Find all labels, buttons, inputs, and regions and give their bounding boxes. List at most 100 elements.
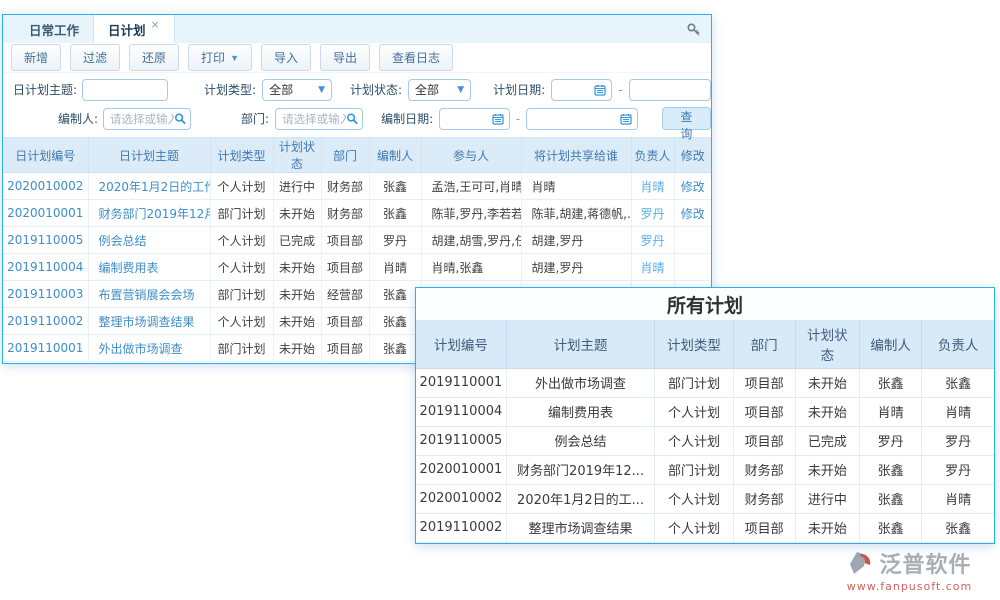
plan-date-to-input[interactable] xyxy=(629,79,711,101)
table-cell: 2019110002 xyxy=(416,513,506,542)
column-header: 修改 xyxy=(674,138,711,173)
tab-daily-plan-label: 日计划 xyxy=(108,20,146,39)
plan-date-from-input[interactable] xyxy=(551,79,612,101)
table-cell: 财务部 xyxy=(733,455,795,484)
status-select[interactable]: 全部 ▼ xyxy=(408,79,471,101)
table-cell: 陈菲,罗丹,李若若,罗... xyxy=(421,200,521,227)
search-button[interactable]: 查询 xyxy=(662,107,711,130)
table-cell: 胡建,罗丹 xyxy=(521,227,631,254)
table-cell: 未开始 xyxy=(795,513,859,542)
key-icon[interactable] xyxy=(686,22,701,37)
table-cell: 项目部 xyxy=(733,397,795,426)
view-log-button[interactable]: 查看日志 xyxy=(379,44,453,71)
table-cell: 2020010002 xyxy=(416,484,506,513)
column-header: 计划状态 xyxy=(795,320,859,368)
table-cell-link[interactable]: 肖晴 xyxy=(631,173,674,200)
table-cell: 项目部 xyxy=(321,308,369,335)
table-cell: 财务部门2019年12... xyxy=(506,455,655,484)
table-cell xyxy=(674,254,711,281)
table-cell: 未开始 xyxy=(273,254,321,281)
table-cell: 罗丹 xyxy=(369,227,421,254)
table-cell: 财务部 xyxy=(321,200,369,227)
column-header: 负责人 xyxy=(631,138,674,173)
column-header: 编制人 xyxy=(860,320,922,368)
filter-button[interactable]: 过滤 xyxy=(70,44,120,71)
type-select[interactable]: 全部 ▼ xyxy=(262,79,332,101)
table-cell-link[interactable]: 2020010002 xyxy=(3,173,88,200)
table-cell: 项目部 xyxy=(321,227,369,254)
table-cell: 肖晴,张鑫 xyxy=(421,254,521,281)
column-header: 计划状态 xyxy=(273,138,321,173)
tab-daily-work[interactable]: 日常工作 xyxy=(15,15,93,43)
table-cell-link[interactable]: 2019110002 xyxy=(3,308,88,335)
column-header: 日计划主题 xyxy=(88,138,210,173)
compile-date-from-input[interactable] xyxy=(439,108,510,130)
table-cell: 张鑫 xyxy=(860,368,922,397)
brand-url: www.fanpusoft.com xyxy=(827,580,992,593)
table-cell-link[interactable]: 外出做市场调查 xyxy=(88,335,210,362)
table-cell: 未开始 xyxy=(795,397,859,426)
tab-daily-work-label: 日常工作 xyxy=(29,20,79,39)
caret-down-icon: ▼ xyxy=(318,85,325,95)
compiler-input[interactable]: 请选择或输入 xyxy=(103,108,191,130)
department-input[interactable]: 请选择或输入 xyxy=(275,108,363,130)
import-button[interactable]: 导入 xyxy=(261,44,311,71)
table-row: 2019110005例会总结个人计划已完成项目部罗丹胡建,胡雪,罗丹,任晓...… xyxy=(3,227,711,254)
column-header: 计划主题 xyxy=(506,320,655,368)
view-log-button-label: 查看日志 xyxy=(392,49,440,66)
table-cell-link[interactable]: 布置营销展会会场 xyxy=(88,281,210,308)
close-icon[interactable]: × xyxy=(151,18,160,31)
compile-date-to-input[interactable] xyxy=(526,108,638,130)
table-cell-link[interactable]: 肖晴 xyxy=(631,254,674,281)
table-cell: 罗丹 xyxy=(860,426,922,455)
tab-daily-plan[interactable]: 日计划 × xyxy=(93,15,175,43)
table-cell: 未开始 xyxy=(795,455,859,484)
table-cell-link[interactable]: 整理市场调查结果 xyxy=(88,308,210,335)
table-cell-link[interactable]: 2019110004 xyxy=(3,254,88,281)
column-header: 计划编号 xyxy=(416,320,506,368)
table-cell-link[interactable]: 编制费用表 xyxy=(88,254,210,281)
new-button[interactable]: 新增 xyxy=(11,44,61,71)
subject-input[interactable] xyxy=(82,79,168,101)
print-button[interactable]: 打印 ▼ xyxy=(188,44,252,71)
table-cell: 张鑫 xyxy=(369,281,421,308)
filter-panel: 日计划主题: 计划类型: 全部 ▼ 计划状态: 全部 ▼ 计划日期: - xyxy=(3,73,711,138)
table-cell: 项目部 xyxy=(733,513,795,542)
status-select-value: 全部 xyxy=(415,81,439,98)
table-cell: 2019110001 xyxy=(416,368,506,397)
table-row: 2019110005例会总结个人计划项目部已完成罗丹罗丹 xyxy=(416,426,994,455)
table-cell: 部门计划 xyxy=(210,200,273,227)
restore-button[interactable]: 还原 xyxy=(129,44,179,71)
table-cell: 2019110005 xyxy=(416,426,506,455)
table-cell: 部门计划 xyxy=(210,281,273,308)
table-cell: 外出做市场调查 xyxy=(506,368,655,397)
search-icon[interactable] xyxy=(174,112,186,125)
calendar-icon[interactable] xyxy=(594,84,606,96)
search-icon[interactable] xyxy=(346,112,358,125)
filter-row-1: 日计划主题: 计划类型: 全部 ▼ 计划状态: 全部 ▼ 计划日期: - xyxy=(3,75,711,104)
table-cell-link[interactable]: 罗丹 xyxy=(631,200,674,227)
table-cell: 项目部 xyxy=(733,368,795,397)
export-button[interactable]: 导出 xyxy=(320,44,370,71)
calendar-icon[interactable] xyxy=(492,113,504,125)
column-header: 将计划共享给谁 xyxy=(521,138,631,173)
restore-button-label: 还原 xyxy=(142,49,166,66)
all-plans-title: 所有计划 xyxy=(416,288,994,320)
table-cell-link[interactable]: 2020年1月2日的工作日... xyxy=(88,173,210,200)
table-cell-link[interactable]: 修改 xyxy=(674,173,711,200)
table-row: 20200100022020年1月2日的工...个人计划财务部进行中张鑫肖晴 xyxy=(416,484,994,513)
table-cell: 部门计划 xyxy=(655,368,733,397)
department-label: 部门: xyxy=(241,110,269,127)
column-header: 部门 xyxy=(321,138,369,173)
table-cell-link[interactable]: 财务部门2019年12月的... xyxy=(88,200,210,227)
table-cell-link[interactable]: 罗丹 xyxy=(631,227,674,254)
table-cell-link[interactable]: 2019110003 xyxy=(3,281,88,308)
table-cell-link[interactable]: 2019110005 xyxy=(3,227,88,254)
table-cell-link[interactable]: 修改 xyxy=(674,200,711,227)
table-cell: 个人计划 xyxy=(210,254,273,281)
table-cell-link[interactable]: 2020010001 xyxy=(3,200,88,227)
calendar-icon[interactable] xyxy=(620,113,632,125)
table-cell-link[interactable]: 2019110001 xyxy=(3,335,88,362)
table-cell: 胡建,胡雪,罗丹,任晓... xyxy=(421,227,521,254)
table-cell-link[interactable]: 例会总结 xyxy=(88,227,210,254)
